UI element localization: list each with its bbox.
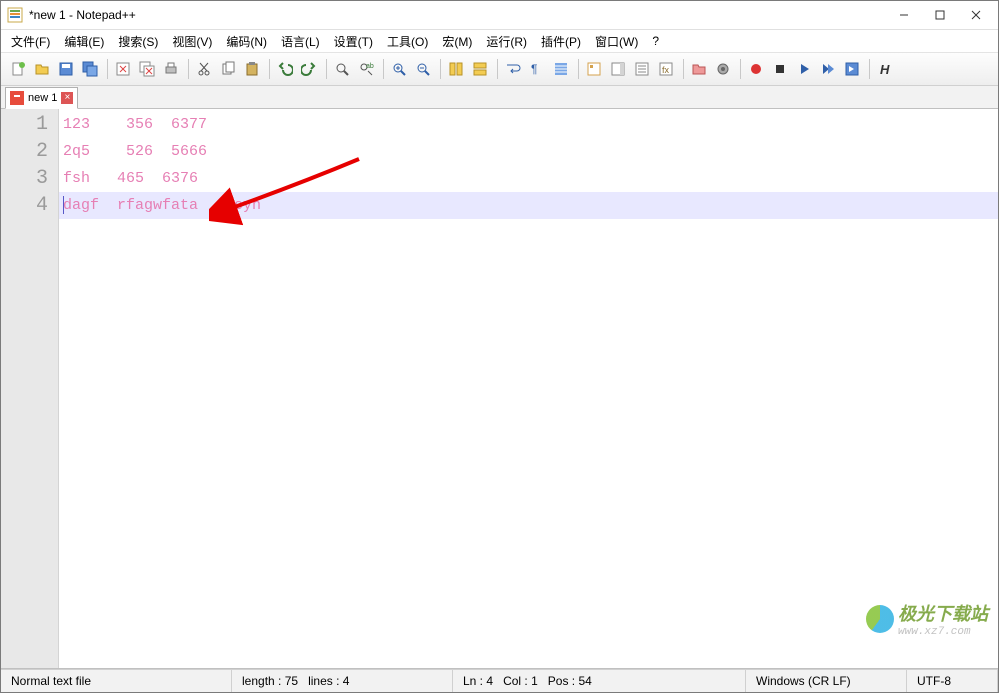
menu-help[interactable]: ?: [646, 32, 665, 50]
undo-button[interactable]: [274, 58, 296, 80]
tabbar: new 1 ×: [1, 86, 998, 109]
show-all-chars-button[interactable]: ¶: [526, 58, 548, 80]
close-all-button[interactable]: [136, 58, 158, 80]
line-number: 2: [1, 138, 58, 165]
editor-line: 123 356 6377: [59, 111, 998, 138]
maximize-button[interactable]: [922, 4, 958, 26]
statusbar: Normal text file length : 75 lines : 4 L…: [1, 669, 998, 692]
redo-button[interactable]: [298, 58, 320, 80]
line-number: 4: [1, 192, 58, 219]
menu-view[interactable]: 视图(V): [166, 31, 218, 52]
watermark: 极光下载站 www.xz7.com: [866, 600, 988, 638]
svg-text:H: H: [880, 62, 890, 77]
record-macro-button[interactable]: [745, 58, 767, 80]
menu-language[interactable]: 语言(L): [275, 31, 326, 52]
sync-v-button[interactable]: [445, 58, 467, 80]
close-button[interactable]: [958, 4, 994, 26]
status-lines-label: lines :: [308, 674, 339, 688]
close-file-button[interactable]: [112, 58, 134, 80]
tab-unsaved-icon: [10, 91, 24, 105]
minimize-button[interactable]: [886, 4, 922, 26]
status-lines-value: 4: [343, 674, 350, 688]
menu-file[interactable]: 文件(F): [5, 31, 56, 52]
app-icon: [7, 7, 23, 23]
status-position: Ln : 4 Col : 1 Pos : 54: [453, 670, 746, 692]
line-number: 1: [1, 111, 58, 138]
cut-button[interactable]: [193, 58, 215, 80]
status-ln-label: Ln :: [463, 674, 483, 688]
copy-button[interactable]: [217, 58, 239, 80]
new-file-button[interactable]: [7, 58, 29, 80]
watermark-text: 极光下载站: [898, 600, 988, 626]
sync-h-button[interactable]: [469, 58, 491, 80]
status-pos-value: 54: [579, 674, 592, 688]
watermark-logo-icon: [866, 605, 894, 633]
toolbar: ab ¶ fx H: [1, 52, 998, 86]
menu-window[interactable]: 窗口(W): [589, 31, 644, 52]
svg-text:¶: ¶: [531, 62, 537, 76]
editor-line-text: dagf rfagwfata tsyh: [63, 197, 261, 214]
editor-area: 1 2 3 4 123 356 6377 2q5 526 5666 fsh 46…: [1, 109, 998, 669]
menu-tools[interactable]: 工具(O): [381, 31, 434, 52]
tab-label: new 1: [28, 92, 57, 104]
menu-settings[interactable]: 设置(T): [328, 31, 379, 52]
application-window: *new 1 - Notepad++ 文件(F) 编辑(E) 搜索(S) 视图(…: [0, 0, 999, 693]
watermark-url: www.xz7.com: [898, 626, 988, 638]
wordwrap-button[interactable]: [502, 58, 524, 80]
text-editor[interactable]: 123 356 6377 2q5 526 5666 fsh 465 6376 d…: [59, 109, 998, 668]
line-number-gutter: 1 2 3 4: [1, 109, 59, 668]
document-tab[interactable]: new 1 ×: [5, 87, 78, 109]
paste-button[interactable]: [241, 58, 263, 80]
editor-line: fsh 465 6376: [59, 165, 998, 192]
titlebar: *new 1 - Notepad++: [1, 1, 998, 30]
play-macro-button[interactable]: [793, 58, 815, 80]
menu-search[interactable]: 搜索(S): [112, 31, 164, 52]
play-multi-button[interactable]: [817, 58, 839, 80]
save-macro-button[interactable]: [841, 58, 863, 80]
svg-text:ab: ab: [366, 63, 374, 70]
menu-macro[interactable]: 宏(M): [436, 31, 478, 52]
docmap-button[interactable]: [607, 58, 629, 80]
menu-run[interactable]: 运行(R): [480, 31, 533, 52]
folder-button[interactable]: [688, 58, 710, 80]
bold-h-button[interactable]: H: [874, 58, 896, 80]
window-title: *new 1 - Notepad++: [29, 8, 886, 22]
zoom-out-button[interactable]: [412, 58, 434, 80]
menu-encoding[interactable]: 编码(N): [220, 31, 273, 52]
find-button[interactable]: [331, 58, 353, 80]
menubar: 文件(F) 编辑(E) 搜索(S) 视图(V) 编码(N) 语言(L) 设置(T…: [1, 30, 998, 52]
status-length-value: 75: [285, 674, 298, 688]
status-col-label: Col :: [503, 674, 528, 688]
status-length: length : 75 lines : 4: [232, 670, 453, 692]
svg-text:fx: fx: [662, 65, 670, 75]
save-button[interactable]: [55, 58, 77, 80]
status-encoding: UTF-8: [907, 670, 998, 692]
menu-plugins[interactable]: 插件(P): [535, 31, 587, 52]
window-buttons: [886, 4, 994, 26]
status-ln-value: 4: [486, 674, 493, 688]
open-file-button[interactable]: [31, 58, 53, 80]
funclist-button[interactable]: fx: [655, 58, 677, 80]
print-button[interactable]: [160, 58, 182, 80]
status-filetype: Normal text file: [1, 670, 232, 692]
status-eol: Windows (CR LF): [746, 670, 907, 692]
zoom-in-button[interactable]: [388, 58, 410, 80]
stop-macro-button[interactable]: [769, 58, 791, 80]
status-col-value: 1: [531, 674, 538, 688]
menu-edit[interactable]: 编辑(E): [58, 31, 110, 52]
doclist-button[interactable]: [631, 58, 653, 80]
save-all-button[interactable]: [79, 58, 101, 80]
tab-close-icon[interactable]: ×: [61, 92, 73, 104]
replace-button[interactable]: ab: [355, 58, 377, 80]
udl-button[interactable]: [583, 58, 605, 80]
editor-line-current: dagf rfagwfata tsyh: [59, 192, 998, 219]
status-pos-label: Pos :: [548, 674, 575, 688]
line-number: 3: [1, 165, 58, 192]
monitor-button[interactable]: [712, 58, 734, 80]
editor-line: 2q5 526 5666: [59, 138, 998, 165]
status-length-label: length :: [242, 674, 281, 688]
indent-guide-button[interactable]: [550, 58, 572, 80]
